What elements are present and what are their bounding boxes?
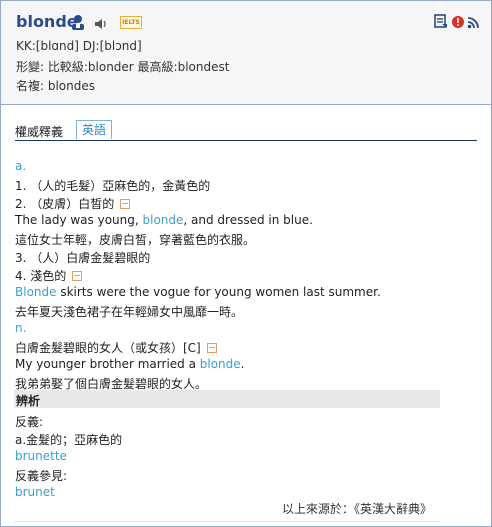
collapse-icon[interactable] <box>206 343 217 353</box>
wordbook-icon[interactable] <box>434 14 448 33</box>
sense-2-row: 2. （皮膚）白皙的 <box>15 195 131 212</box>
example-text: The lady was young, <box>15 213 143 227</box>
footer-divider <box>14 521 440 522</box>
example-2-translation: 去年夏天淺色裙子在年輕婦女中風靡一時。 <box>15 305 244 319</box>
pos-adjective: a. <box>15 159 27 173</box>
antonym-sense: a.金髮的；亞麻色的 <box>15 433 123 447</box>
keyword-link[interactable]: blonde <box>143 213 184 227</box>
source-note: 以上來源於：《英漢大辭典》 <box>282 502 433 516</box>
example-1: The lady was young, blonde, and dressed … <box>15 213 313 227</box>
example-text: , and dressed in blue. <box>183 213 313 227</box>
sense-2: 2. （皮膚）白皙的 <box>15 197 115 211</box>
analysis-title: 辨析 <box>16 394 41 408</box>
example-text: . <box>240 357 245 371</box>
word-forms: 形變: 比較級:blonder 最高級:blondest <box>16 60 230 74</box>
example-text: skirts were the vogue for young women la… <box>56 285 381 299</box>
pos-noun: n. <box>15 321 27 335</box>
antonym-label: 反義: <box>15 415 44 429</box>
example-2: Blonde skirts were the vogue for young w… <box>15 285 381 299</box>
sense-3: 3. （人）白膚金髮碧眼的 <box>15 251 151 265</box>
keyword-link[interactable]: Blonde <box>15 285 57 299</box>
analysis-header: 辨析 <box>14 390 440 408</box>
definition-tabs: 權威釋義 英語 <box>15 120 477 141</box>
ielts-badge: IELTS <box>120 16 142 29</box>
example-1-translation: 這位女士年輕，皮膚白皙，穿著藍色的衣服。 <box>15 233 256 247</box>
sense-4: 4. 淺色的 <box>15 269 67 283</box>
example-3: My younger brother married a blonde. <box>15 357 245 371</box>
word-header: blonde IELTS KK:[blɑnd] DJ:[blɔnd] 形變: 比… <box>1 1 491 105</box>
see-also-label: 反義參見: <box>15 469 68 483</box>
antonym-link[interactable]: brunette <box>15 449 67 463</box>
tab-english[interactable]: 英語 <box>76 120 113 139</box>
plural-form: 名複: blondes <box>16 79 96 93</box>
tab-authority[interactable]: 權威釋義 <box>15 123 63 140</box>
pronunciation: KK:[blɑnd] DJ:[blɔnd] <box>16 39 142 53</box>
noun-sense-1: 白膚金髮碧眼的女人（或女孩）[C] <box>15 341 201 355</box>
example-text: My younger brother married a <box>15 357 200 371</box>
sense-4-row: 4. 淺色的 <box>15 267 83 284</box>
collapse-icon[interactable] <box>72 271 83 281</box>
sense-1: 1. （人的毛髮）亞麻色的，金黃色的 <box>15 179 211 193</box>
speaker-icon[interactable] <box>94 16 108 35</box>
word-icon[interactable] <box>69 13 87 35</box>
rss-icon[interactable] <box>467 14 480 33</box>
see-also-link[interactable]: brunet <box>15 485 55 499</box>
collapse-icon[interactable] <box>120 199 131 209</box>
noun-sense-row: 白膚金髮碧眼的女人（或女孩）[C] <box>15 339 217 356</box>
report-icon[interactable] <box>451 14 465 33</box>
keyword-link[interactable]: blonde <box>200 357 241 371</box>
